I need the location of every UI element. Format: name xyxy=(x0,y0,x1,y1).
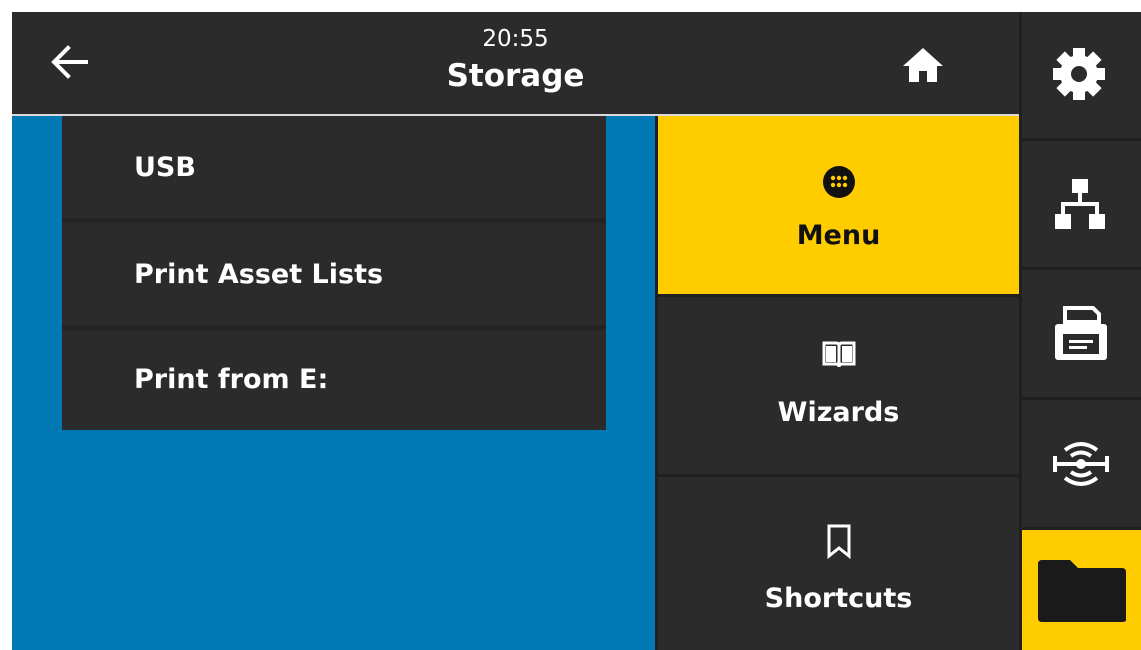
list-item-label: USB xyxy=(134,152,196,183)
wizards-button-label: Wizards xyxy=(777,397,900,428)
folder-icon xyxy=(1038,560,1126,622)
book-icon xyxy=(822,341,856,368)
sidebar-item-rfid[interactable] xyxy=(1022,400,1141,527)
list-item-label: Print Asset Lists xyxy=(134,259,384,290)
header-bar: 20:55 Storage xyxy=(12,12,1019,114)
clock-time: 20:55 xyxy=(482,26,549,52)
printer-screen: 20:55 Storage USB Print Asset Lists Prin… xyxy=(12,12,1141,650)
list-item-label: Print from E: xyxy=(134,364,329,395)
bookmark-icon xyxy=(827,524,851,559)
storage-list: USB Print Asset Lists Print from E: xyxy=(62,116,606,430)
rfid-icon xyxy=(1053,442,1109,486)
shortcuts-button-label: Shortcuts xyxy=(764,583,913,614)
list-item-usb[interactable]: USB xyxy=(62,116,606,218)
menu-panel: Menu Wizards Shortcuts xyxy=(655,116,1019,650)
dots-grid-icon xyxy=(823,166,855,198)
gear-icon xyxy=(1053,48,1105,100)
menu-button[interactable]: Menu xyxy=(658,116,1019,294)
printer-icon xyxy=(1055,306,1107,360)
wizards-button[interactable]: Wizards xyxy=(658,297,1019,474)
list-item-print-from-e[interactable]: Print from E: xyxy=(62,330,606,430)
sidebar-item-print[interactable] xyxy=(1022,270,1141,397)
sidebar-item-settings[interactable] xyxy=(1022,12,1141,138)
home-icon[interactable] xyxy=(900,42,946,88)
sidebar-item-storage[interactable] xyxy=(1022,530,1141,650)
sidebar xyxy=(1019,12,1141,650)
page-title: Storage xyxy=(446,58,585,94)
list-item-print-asset-lists[interactable]: Print Asset Lists xyxy=(62,223,606,325)
network-icon xyxy=(1055,179,1105,229)
content-area: USB Print Asset Lists Print from E: xyxy=(12,116,655,650)
menu-button-label: Menu xyxy=(796,220,881,251)
shortcuts-button[interactable]: Shortcuts xyxy=(658,477,1019,650)
sidebar-item-network[interactable] xyxy=(1022,141,1141,267)
